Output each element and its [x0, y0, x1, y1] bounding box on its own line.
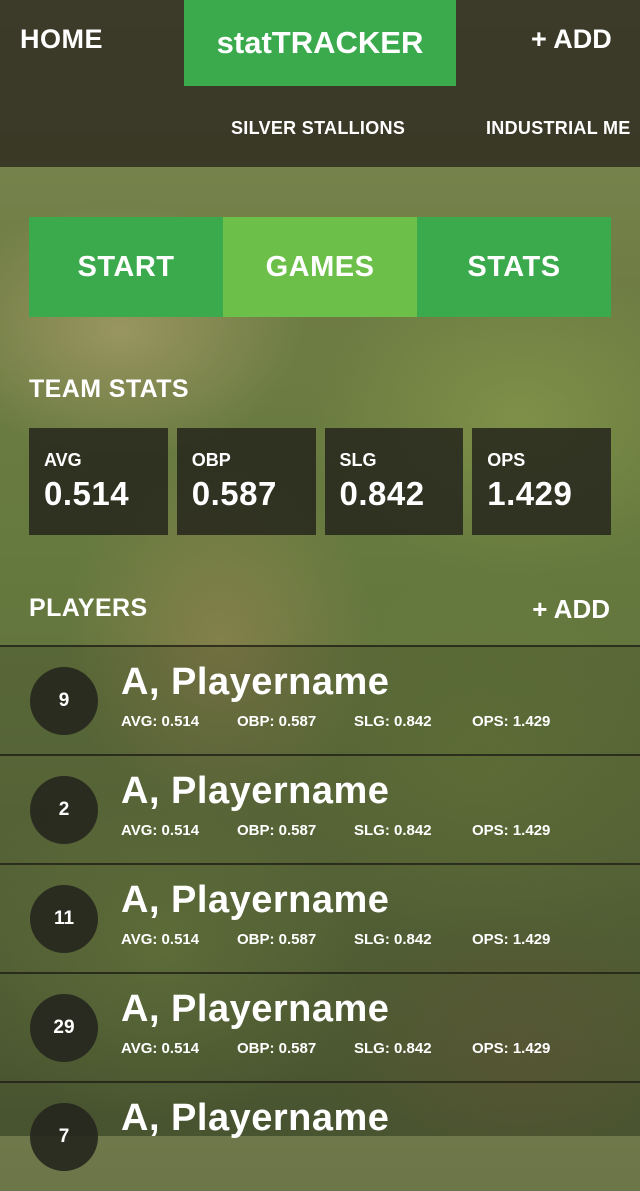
player-obp: OBP: 0.587	[237, 713, 317, 730]
player-name: A, Playername	[121, 988, 390, 1030]
stat-value: 1.429	[487, 475, 573, 512]
team-stats-heading: TEAM STATS	[29, 375, 190, 403]
player-ops: OPS: 1.429	[472, 931, 551, 948]
stat-label: OPS	[487, 450, 526, 470]
player-obp: OBP: 0.587	[237, 1040, 317, 1057]
jersey-number-badge: 7	[30, 1103, 98, 1171]
player-avg: AVG: 0.514	[121, 1040, 200, 1057]
player-row[interactable]: 29 A, Playername AVG: 0.514 OBP: 0.587 S…	[0, 972, 640, 1082]
player-stats-line: AVG: 0.514 OBP: 0.587 SLG: 0.842 OPS: 1.…	[121, 822, 621, 842]
stat-label: OBP	[191, 450, 231, 470]
stat-card-avg: AVG 0.514	[29, 428, 168, 535]
player-ops: OPS: 1.429	[472, 822, 551, 839]
tab-stats[interactable]: STATS	[417, 217, 611, 317]
player-avg: AVG: 0.514	[121, 822, 200, 839]
team-selector-strip[interactable]: SILVER STALLIONS INDUSTRIAL ME	[0, 118, 640, 144]
tab-start[interactable]: START	[29, 217, 223, 317]
player-row[interactable]: 9 A, Playername AVG: 0.514 OBP: 0.587 SL…	[0, 645, 640, 755]
player-ops: OPS: 1.429	[472, 713, 551, 730]
player-obp: OBP: 0.587	[237, 931, 317, 948]
home-link[interactable]: HOME	[20, 24, 103, 55]
player-avg: AVG: 0.514	[121, 713, 200, 730]
player-name: A, Playername	[121, 661, 390, 703]
stat-card-obp: OBP 0.587	[176, 428, 316, 535]
player-slg: SLG: 0.842	[354, 931, 432, 948]
team-tab-industrial[interactable]: INDUSTRIAL ME	[486, 118, 631, 139]
stat-card-slg: SLG 0.842	[324, 428, 464, 535]
player-name: A, Playername	[121, 879, 390, 921]
player-name: A, Playername	[121, 770, 390, 812]
player-slg: SLG: 0.842	[354, 1040, 432, 1057]
add-team-button[interactable]: + ADD	[531, 24, 612, 55]
stat-value: 0.587	[191, 475, 277, 512]
player-obp: OBP: 0.587	[237, 822, 317, 839]
player-slg: SLG: 0.842	[354, 822, 432, 839]
top-nav-bar: HOME statTRACKER + ADD SILVER STALLIONS …	[0, 0, 640, 167]
player-row[interactable]: 2 A, Playername AVG: 0.514 OBP: 0.587 SL…	[0, 754, 640, 864]
section-tabs: START GAMES STATS	[29, 217, 611, 317]
jersey-number-badge: 11	[30, 885, 98, 953]
player-stats-line: AVG: 0.514 OBP: 0.587 SLG: 0.842 OPS: 1.…	[121, 1040, 621, 1060]
add-player-button[interactable]: + ADD	[532, 594, 610, 625]
player-stats-line: AVG: 0.514 OBP: 0.587 SLG: 0.842 OPS: 1.…	[121, 931, 621, 951]
tab-games[interactable]: GAMES	[223, 217, 417, 317]
player-avg: AVG: 0.514	[121, 931, 200, 948]
stat-value: 0.514	[44, 475, 130, 512]
players-heading: PLAYERS	[29, 594, 148, 622]
player-slg: SLG: 0.842	[354, 713, 432, 730]
team-stats-cards: AVG 0.514 OBP 0.587 SLG 0.842 OPS 1.429	[29, 428, 611, 535]
player-stats-line: AVG: 0.514 OBP: 0.587 SLG: 0.842 OPS: 1.…	[121, 713, 621, 733]
player-name: A, Playername	[121, 1097, 390, 1139]
jersey-number-badge: 29	[30, 994, 98, 1062]
player-ops: OPS: 1.429	[472, 1040, 551, 1057]
stat-label: SLG	[339, 450, 377, 470]
jersey-number-badge: 9	[30, 667, 98, 735]
stat-label: AVG	[44, 450, 82, 470]
jersey-number-badge: 2	[30, 776, 98, 844]
stat-value: 0.842	[339, 475, 425, 512]
stat-card-ops: OPS 1.429	[472, 428, 611, 535]
app-brand-title: statTRACKER	[184, 0, 456, 86]
player-row[interactable]: 11 A, Playername AVG: 0.514 OBP: 0.587 S…	[0, 863, 640, 973]
team-tab-silver-stallions[interactable]: SILVER STALLIONS	[231, 118, 405, 139]
player-row[interactable]: 7 A, Playername	[0, 1081, 640, 1191]
